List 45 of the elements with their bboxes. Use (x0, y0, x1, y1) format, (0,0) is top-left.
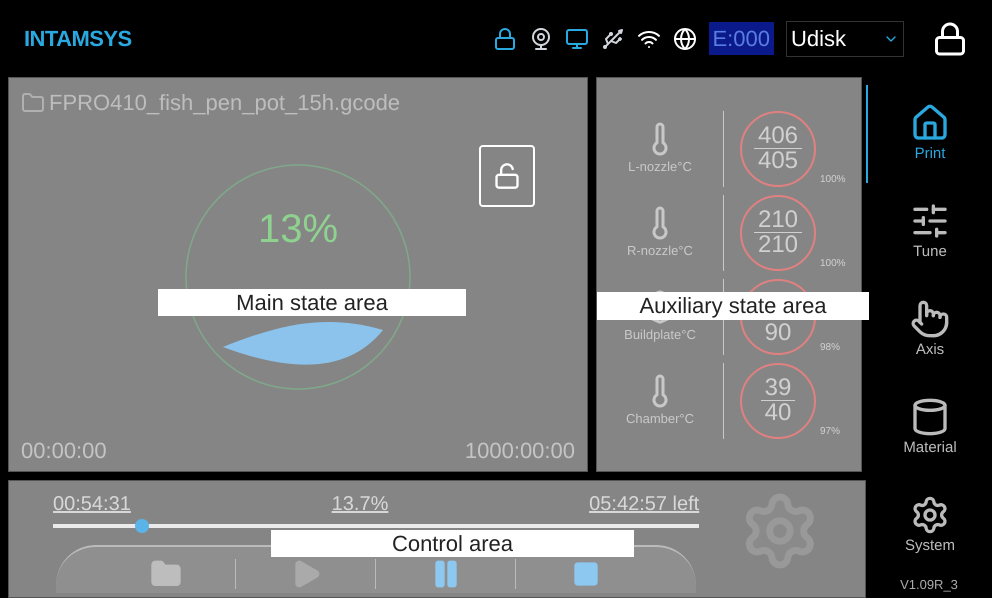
target-temperature: 39 (760, 376, 796, 401)
axis-icon (910, 298, 950, 339)
sidebar-tab[interactable]: Material (866, 379, 992, 477)
monitor-icon (564, 26, 588, 50)
current-temperature: 40 (764, 401, 792, 425)
sidebar-tab[interactable]: System (866, 477, 992, 575)
stop-icon (572, 560, 600, 588)
globe-icon (672, 26, 696, 50)
sensor-label: Chamber°C (626, 410, 694, 428)
annotation-label: Control area (271, 530, 634, 557)
power-percent: 97% (820, 424, 840, 438)
sensor-label: R-nozzle°C (627, 242, 693, 260)
sensor-label: L-nozzle°C (628, 158, 692, 176)
storage-dropdown[interactable]: Udisk (786, 20, 904, 56)
current-temperature: 405 (758, 149, 798, 173)
sidebar-tab[interactable]: Tune (866, 183, 992, 281)
progress-percent: 13% (258, 206, 338, 253)
file-name: FPRO410_fish_pen_pot_15h.gcode (49, 89, 400, 117)
lock-status-icon (492, 26, 516, 50)
power-percent: 100% (820, 256, 846, 270)
annotation-label: Main state area (158, 289, 466, 316)
target-temperature: 406 (754, 124, 802, 149)
current-temperature: 210 (758, 233, 798, 257)
target-temperature: 210 (754, 208, 802, 233)
print-percent: 13.7% (332, 492, 388, 517)
version-label: V1.09R_3 (900, 576, 958, 594)
annotation-label: Auxiliary state area (597, 292, 869, 320)
unlock-icon (493, 162, 521, 190)
door-unlock-button[interactable] (479, 145, 535, 207)
sidebar-tab[interactable]: Axis (866, 281, 992, 379)
current-temperature: 90 (764, 320, 792, 344)
time-remaining: 05:42:57 left (589, 492, 700, 517)
sidebar-tab[interactable]: Print (866, 85, 992, 183)
error-code: E:000 (708, 22, 774, 55)
power-percent: 100% (820, 172, 846, 186)
print-elapsed-time: 00:54:31 (53, 492, 131, 517)
folder-icon (21, 90, 45, 114)
total-time: 1000:00:00 (464, 437, 575, 465)
power-percent: 98% (820, 340, 840, 354)
usb-icon (600, 26, 624, 50)
slider-thumb[interactable] (134, 519, 149, 533)
lock-icon[interactable] (932, 20, 968, 56)
sensor-label: Buildplate°C (624, 326, 696, 344)
elapsed-time: 00:00:00 (21, 437, 107, 465)
logo: INTAMSYS (24, 25, 132, 53)
